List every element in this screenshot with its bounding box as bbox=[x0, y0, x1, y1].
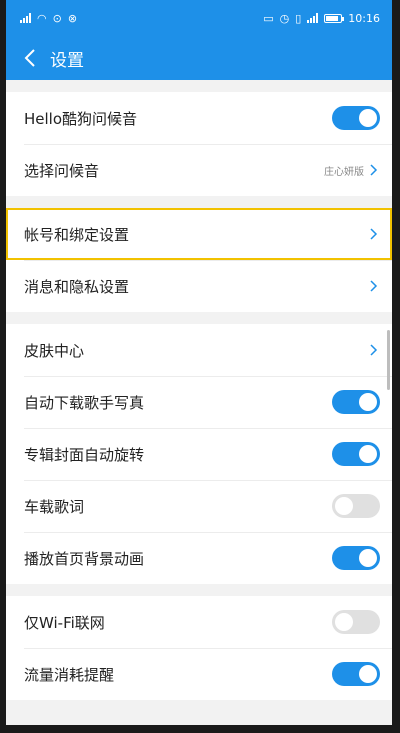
toggle-knob bbox=[359, 445, 377, 463]
settings-row-value: 庄心妍版 bbox=[324, 166, 364, 178]
settings-row-label: 专辑封面自动旋转 bbox=[24, 445, 145, 464]
settings-row-label: 流量消耗提醒 bbox=[24, 665, 115, 684]
settings-row-right bbox=[332, 390, 380, 414]
settings-row-label: Hello酷狗问候音 bbox=[24, 109, 138, 128]
chevron-right-icon bbox=[370, 163, 380, 177]
battery-icon bbox=[324, 13, 345, 23]
settings-row-label: 仅Wi-Fi联网 bbox=[24, 613, 105, 632]
settings-row-right bbox=[370, 279, 380, 293]
toggle-switch[interactable] bbox=[332, 106, 380, 130]
settings-row[interactable]: 皮肤中心 bbox=[6, 324, 392, 376]
settings-row[interactable]: 选择问候音 庄心妍版 bbox=[6, 144, 392, 196]
vibrate-icon: ▯ bbox=[295, 11, 302, 25]
settings-row-right bbox=[332, 546, 380, 570]
settings-row-right bbox=[332, 662, 380, 686]
back-arrow-icon[interactable] bbox=[20, 48, 40, 68]
toggle-switch[interactable] bbox=[332, 662, 380, 686]
settings-list: Hello酷狗问候音 选择问候音 庄心妍版 帐号和绑定设置 消息和隐私设置 皮肤中心 自动下… bbox=[6, 92, 392, 700]
settings-row[interactable]: 自动下载歌手写真 bbox=[6, 376, 392, 428]
settings-row-label: 车载歌词 bbox=[24, 497, 85, 516]
toggle-knob bbox=[335, 497, 353, 515]
toggle-knob bbox=[359, 665, 377, 683]
toggle-knob bbox=[359, 549, 377, 567]
settings-row-label: 选择问候音 bbox=[24, 161, 100, 180]
settings-row-right: 庄心妍版 bbox=[324, 163, 380, 178]
status-time: 10:16 bbox=[348, 11, 380, 25]
sync-icon: ⊗ bbox=[67, 11, 78, 25]
cell-signal-icon bbox=[307, 13, 319, 23]
signal-icon bbox=[20, 13, 31, 23]
settings-row-right bbox=[332, 494, 380, 518]
settings-row[interactable]: 车载歌词 bbox=[6, 480, 392, 532]
settings-row-label: 皮肤中心 bbox=[24, 341, 85, 360]
settings-row[interactable]: 专辑封面自动旋转 bbox=[6, 428, 392, 480]
chevron-right-icon bbox=[370, 227, 380, 241]
toggle-knob bbox=[359, 393, 377, 411]
device-frame: ◠ ⊙ ⊗ ▭ ◷ ▯ 10:16 设置 Hello酷狗问候音 选择问候音 庄心妍版… bbox=[0, 0, 400, 733]
settings-row[interactable]: 流量消耗提醒 bbox=[6, 648, 392, 700]
status-bar: ◠ ⊙ ⊗ ▭ ◷ ▯ 10:16 bbox=[6, 0, 392, 36]
screen: ◠ ⊙ ⊗ ▭ ◷ ▯ 10:16 设置 Hello酷狗问候音 选择问候音 庄心妍版… bbox=[6, 0, 392, 733]
wifi-icon: ◠ bbox=[37, 11, 47, 25]
settings-row-label: 自动下载歌手写真 bbox=[24, 393, 145, 412]
toggle-switch[interactable] bbox=[332, 546, 380, 570]
settings-row[interactable]: 仅Wi-Fi联网 bbox=[6, 596, 392, 648]
toggle-switch[interactable] bbox=[332, 390, 380, 414]
settings-row[interactable]: 消息和隐私设置 bbox=[6, 260, 392, 312]
toggle-switch[interactable] bbox=[332, 494, 380, 518]
nfc-icon: ▭ bbox=[263, 11, 274, 25]
clock-icon: ◷ bbox=[279, 11, 290, 25]
settings-row-label: 消息和隐私设置 bbox=[24, 277, 130, 296]
bottom-bezel bbox=[0, 725, 400, 733]
settings-row-right bbox=[332, 106, 380, 130]
settings-row-label: 播放首页背景动画 bbox=[24, 549, 145, 568]
scrollbar[interactable] bbox=[387, 330, 390, 390]
chevron-right-icon bbox=[370, 279, 380, 293]
settings-group: 皮肤中心自动下载歌手写真 专辑封面自动旋转 车载歌词播放首页背景动画 bbox=[6, 324, 392, 584]
status-right: ▭ ◷ ▯ 10:16 bbox=[263, 12, 380, 25]
settings-group: Hello酷狗问候音 选择问候音 庄心妍版 bbox=[6, 92, 392, 196]
chevron-right-icon bbox=[370, 343, 380, 357]
header: 设置 bbox=[6, 36, 392, 80]
settings-row-label: 帐号和绑定设置 bbox=[24, 225, 130, 244]
settings-row-right bbox=[332, 610, 380, 634]
settings-row-right bbox=[332, 442, 380, 466]
settings-group: 帐号和绑定设置 消息和隐私设置 bbox=[6, 208, 392, 312]
page-title: 设置 bbox=[50, 50, 84, 71]
toggle-knob bbox=[359, 109, 377, 127]
settings-row[interactable]: 播放首页背景动画 bbox=[6, 532, 392, 584]
toggle-switch[interactable] bbox=[332, 610, 380, 634]
toggle-switch[interactable] bbox=[332, 442, 380, 466]
settings-row[interactable]: Hello酷狗问候音 bbox=[6, 92, 392, 144]
toggle-knob bbox=[335, 613, 353, 631]
settings-row-right bbox=[370, 227, 380, 241]
status-left: ◠ ⊙ ⊗ bbox=[20, 12, 77, 25]
settings-group: 仅Wi-Fi联网 流量消耗提醒 bbox=[6, 596, 392, 700]
settings-row-right bbox=[370, 343, 380, 357]
alarm-icon: ⊙ bbox=[52, 11, 62, 25]
settings-row[interactable]: 帐号和绑定设置 bbox=[6, 208, 392, 260]
